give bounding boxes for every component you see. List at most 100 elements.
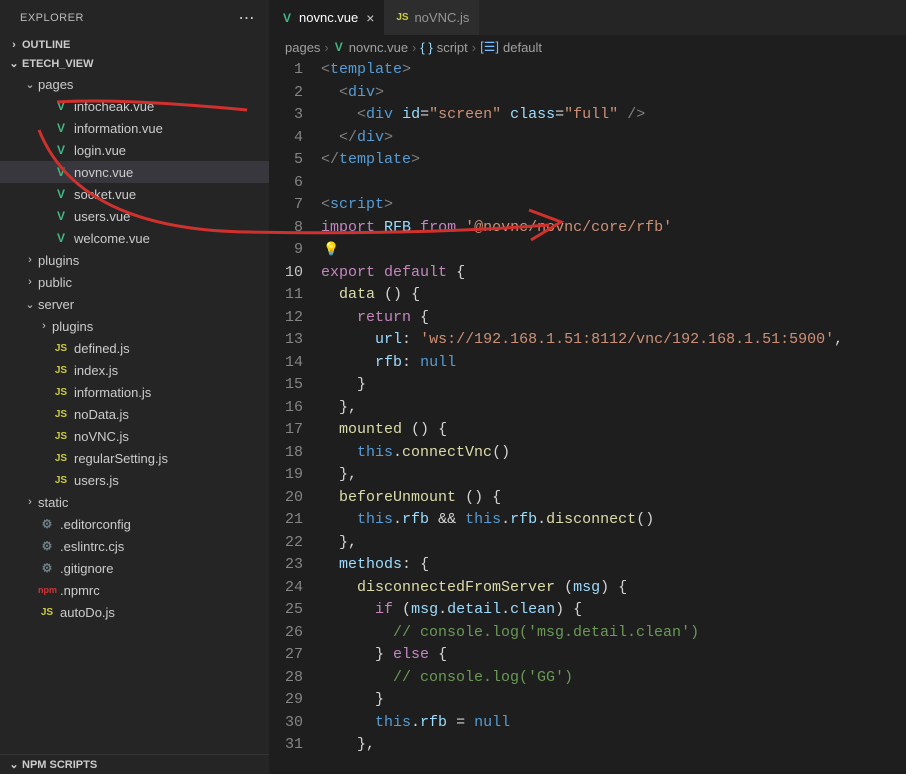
chevron-right-icon: ›	[36, 320, 52, 332]
chevron-right-icon: ›	[22, 496, 38, 508]
item-label: users.js	[74, 473, 119, 488]
chevron-right-icon: ›	[412, 40, 416, 55]
folder-item[interactable]: ⌄server	[0, 293, 269, 315]
file-item[interactable]: Vnovnc.vue	[0, 161, 269, 183]
outline-label: OUTLINE	[22, 39, 70, 51]
chevron-right-icon: ›	[6, 39, 22, 51]
explorer-header: EXPLORER ⋯	[0, 0, 269, 36]
file-item[interactable]: JS defined.js	[0, 337, 269, 359]
line-gutter: 1234567891011121314151617181920212223242…	[269, 59, 321, 774]
vue-icon: V	[335, 40, 343, 54]
js-icon: JS	[52, 475, 70, 486]
folder-item[interactable]: ›public	[0, 271, 269, 293]
outline-section[interactable]: › OUTLINE	[0, 36, 269, 54]
editor-tab[interactable]: Vnovnc.vue ×	[269, 0, 384, 35]
item-label: static	[38, 495, 68, 510]
item-label: noData.js	[74, 407, 129, 422]
item-label: welcome.vue	[74, 231, 150, 246]
tab-label: novnc.vue	[299, 10, 358, 25]
vue-icon: V	[52, 209, 70, 223]
file-item[interactable]: JS users.js	[0, 469, 269, 491]
file-item[interactable]: JS noVNC.js	[0, 425, 269, 447]
item-label: login.vue	[74, 143, 126, 158]
item-label: information.vue	[74, 121, 163, 136]
folder-item[interactable]: ›plugins	[0, 315, 269, 337]
item-label: index.js	[74, 363, 118, 378]
chevron-right-icon: ›	[472, 40, 476, 55]
file-item[interactable]: JS index.js	[0, 359, 269, 381]
chevron-right-icon: ›	[324, 40, 328, 55]
bc-file[interactable]: novnc.vue	[349, 40, 408, 55]
file-item[interactable]: ⚙.editorconfig	[0, 513, 269, 535]
item-label: public	[38, 275, 72, 290]
more-icon[interactable]: ⋯	[239, 8, 256, 28]
vue-icon: V	[52, 99, 70, 113]
js-icon: JS	[52, 431, 70, 442]
file-item[interactable]: npm .npmrc	[0, 579, 269, 601]
file-item[interactable]: ⚙.eslintrc.cjs	[0, 535, 269, 557]
item-label: autoDo.js	[60, 605, 115, 620]
item-label: plugins	[38, 253, 79, 268]
config-icon: ⚙	[38, 561, 56, 575]
item-label: .editorconfig	[60, 517, 131, 532]
item-label: infocheak.vue	[74, 99, 154, 114]
item-label: socket.vue	[74, 187, 136, 202]
file-item[interactable]: Vlogin.vue	[0, 139, 269, 161]
file-item[interactable]: Vinformation.vue	[0, 117, 269, 139]
lightbulb-icon[interactable]: 💡	[323, 242, 339, 257]
file-item[interactable]: JS regularSetting.js	[0, 447, 269, 469]
folder-item[interactable]: ⌄pages	[0, 73, 269, 95]
close-icon[interactable]: ×	[366, 10, 374, 26]
folder-item[interactable]: ›static	[0, 491, 269, 513]
variable-icon: [☰]	[480, 39, 499, 55]
js-icon: JS	[38, 607, 56, 618]
chevron-down-icon: ⌄	[6, 758, 22, 771]
npm-icon: npm	[38, 585, 56, 595]
code-content[interactable]: <template> <div> <div id="screen" class=…	[321, 59, 906, 774]
file-item[interactable]: Vinfocheak.vue	[0, 95, 269, 117]
tab-label: noVNC.js	[414, 10, 469, 25]
chevron-right-icon: ›	[22, 254, 38, 266]
item-label: pages	[38, 77, 73, 92]
file-item[interactable]: JS autoDo.js	[0, 601, 269, 623]
item-label: .npmrc	[60, 583, 100, 598]
item-label: .eslintrc.cjs	[60, 539, 124, 554]
file-item[interactable]: JS information.js	[0, 381, 269, 403]
js-icon: JS	[52, 409, 70, 420]
project-label: ETECH_VIEW	[22, 58, 94, 70]
js-icon: JS	[52, 343, 70, 354]
vue-icon: V	[52, 121, 70, 135]
file-item[interactable]: Vwelcome.vue	[0, 227, 269, 249]
item-label: defined.js	[74, 341, 130, 356]
file-item[interactable]: ⚙.gitignore	[0, 557, 269, 579]
npm-scripts-section[interactable]: ⌄ NPM SCRIPTS	[0, 754, 269, 774]
file-item[interactable]: JS noData.js	[0, 403, 269, 425]
vue-icon: V	[52, 187, 70, 201]
chevron-down-icon: ⌄	[22, 78, 38, 91]
vue-icon: V	[52, 231, 70, 245]
item-label: users.vue	[74, 209, 130, 224]
vue-icon: V	[52, 165, 70, 179]
js-icon: JS	[52, 387, 70, 398]
item-label: noVNC.js	[74, 429, 129, 444]
file-item[interactable]: Vusers.vue	[0, 205, 269, 227]
file-tree: ⌄pagesVinfocheak.vueVinformation.vueVlog…	[0, 73, 269, 754]
bc-folder[interactable]: pages	[285, 40, 320, 55]
item-label: novnc.vue	[74, 165, 133, 180]
item-label: information.js	[74, 385, 151, 400]
code-editor[interactable]: 1234567891011121314151617181920212223242…	[269, 59, 906, 774]
bc-symbol[interactable]: default	[503, 40, 542, 55]
bc-symbol[interactable]: script	[437, 40, 468, 55]
editor-tab[interactable]: JSnoVNC.js	[384, 0, 479, 35]
js-icon: JS	[52, 365, 70, 376]
folder-item[interactable]: ›plugins	[0, 249, 269, 271]
chevron-down-icon: ⌄	[6, 57, 22, 70]
file-item[interactable]: Vsocket.vue	[0, 183, 269, 205]
js-icon: JS	[52, 453, 70, 464]
vue-icon: V	[279, 11, 295, 25]
project-section[interactable]: ⌄ ETECH_VIEW	[0, 54, 269, 73]
explorer-title: EXPLORER	[20, 12, 84, 24]
chevron-right-icon: ›	[22, 276, 38, 288]
item-label: regularSetting.js	[74, 451, 168, 466]
breadcrumb[interactable]: pages › V novnc.vue › { } script › [☰] d…	[269, 35, 906, 59]
